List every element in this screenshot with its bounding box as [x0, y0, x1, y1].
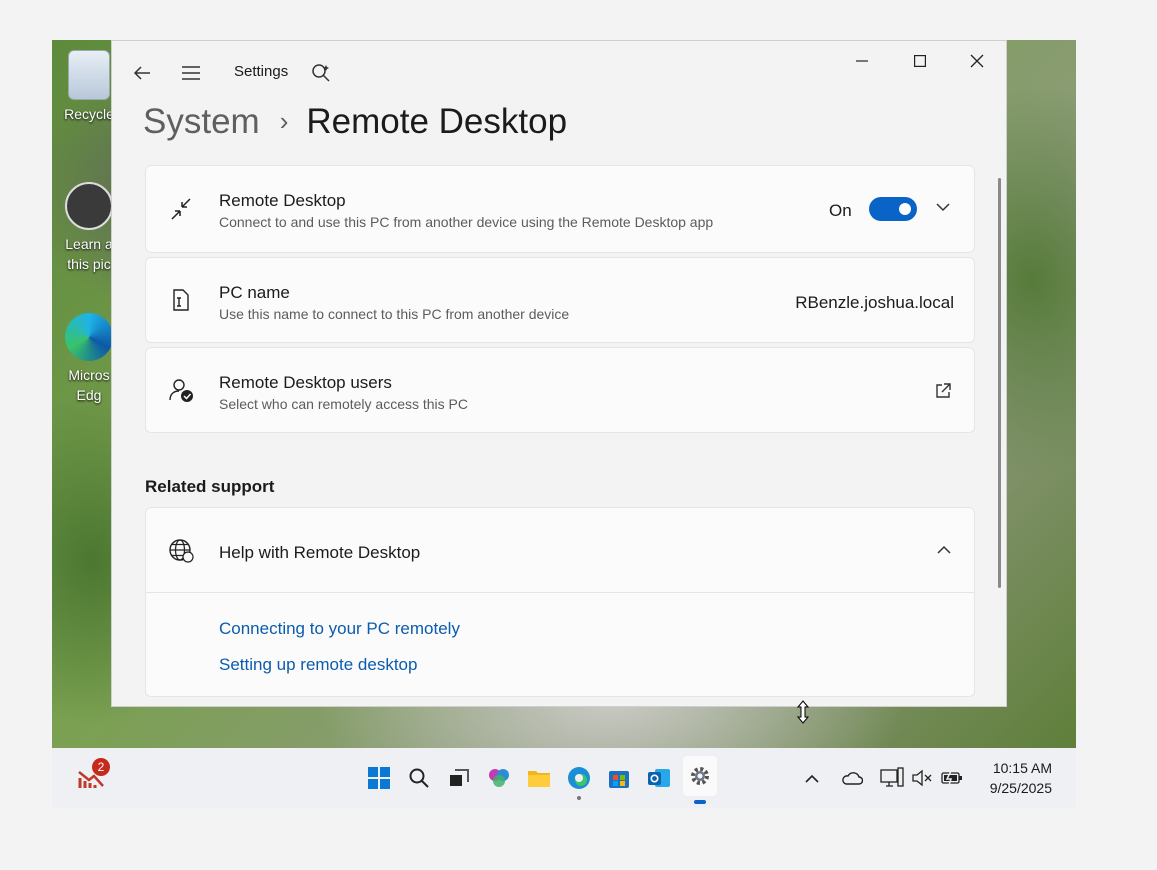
- network-icon: [880, 767, 904, 787]
- pc-name-value: RBenzle.joshua.local: [795, 293, 954, 312]
- chevron-down-icon[interactable]: [936, 203, 950, 212]
- back-button[interactable]: [130, 61, 154, 85]
- chevron-up-icon: [805, 774, 819, 783]
- link-connecting-remotely[interactable]: Connecting to your PC remotely: [219, 619, 460, 639]
- clock-time: 10:15 AM: [992, 760, 1052, 776]
- close-icon: [970, 54, 984, 68]
- help-header[interactable]: Help with Remote Desktop: [146, 508, 974, 593]
- globe-help-icon: [169, 539, 194, 563]
- show-hidden-icons-button[interactable]: [796, 762, 828, 794]
- stock-widget-button[interactable]: 2: [76, 758, 110, 794]
- navigation-menu-button[interactable]: [179, 61, 203, 85]
- remote-desktop-users-description: Select who can remotely access this PC: [219, 396, 468, 412]
- speaker-muted-icon: [912, 769, 932, 787]
- volume-button[interactable]: [906, 762, 938, 794]
- recycle-bin-icon: [68, 50, 110, 100]
- copilot-search-icon: [312, 64, 330, 82]
- help-title: Help with Remote Desktop: [219, 543, 421, 562]
- toggle-state-label: On: [829, 201, 852, 220]
- pc-name-card: PC name Use this name to connect to this…: [145, 257, 975, 343]
- system-clock[interactable]: 10:15 AM 9/25/2025: [990, 758, 1052, 798]
- pc-name-title: PC name: [219, 283, 290, 302]
- maximize-button[interactable]: [900, 49, 940, 73]
- remote-desktop-users-title: Remote Desktop users: [219, 373, 392, 392]
- remote-desktop-title: Remote Desktop: [219, 191, 346, 210]
- task-view-icon: [450, 769, 469, 786]
- m365-copilot-icon: [489, 769, 509, 787]
- chevron-up-icon[interactable]: [937, 545, 951, 554]
- maximize-icon: [914, 55, 926, 67]
- start-button[interactable]: [363, 762, 395, 794]
- store-icon: [609, 771, 629, 788]
- breadcrumb-separator: ›: [279, 106, 289, 136]
- task-view-button[interactable]: [443, 762, 475, 794]
- microsoft-store-button[interactable]: [603, 762, 635, 794]
- search-button[interactable]: [309, 61, 333, 85]
- pc-name-description: Use this name to connect to this PC from…: [219, 306, 570, 322]
- settings-taskbar-button[interactable]: [683, 756, 717, 804]
- user-check-icon: [169, 379, 193, 402]
- remote-desktop-users-card[interactable]: Remote Desktop users Select who can remo…: [145, 347, 975, 433]
- remote-desktop-description: Connect to and use this PC from another …: [219, 214, 714, 230]
- outlook-icon: [648, 769, 670, 787]
- taskbar: 2 10:15 AM 9/25/2025: [52, 748, 1076, 808]
- edge-icon: [65, 313, 113, 361]
- pc-name-icon: [173, 289, 189, 311]
- notification-badge: 2: [92, 758, 110, 776]
- scrollbar[interactable]: [998, 178, 1001, 588]
- minimize-button[interactable]: [842, 49, 882, 73]
- link-setting-up-remote-desktop[interactable]: Setting up remote desktop: [219, 655, 417, 675]
- clock-date: 9/25/2025: [989, 780, 1052, 796]
- minimize-icon: [856, 60, 868, 62]
- onedrive-button[interactable]: [836, 762, 868, 794]
- network-button[interactable]: [876, 762, 908, 794]
- back-arrow-icon: [133, 66, 150, 80]
- edge-icon: [568, 767, 590, 789]
- breadcrumb-system[interactable]: System: [143, 102, 260, 141]
- folder-icon: [528, 771, 550, 787]
- open-external-icon: [936, 383, 951, 398]
- search-icon: [409, 768, 429, 788]
- edge-taskbar-button[interactable]: [563, 762, 595, 800]
- app-title: Settings: [234, 63, 289, 80]
- resize-cursor-icon: [797, 700, 809, 724]
- taskbar-search-button[interactable]: [403, 762, 435, 794]
- gear-icon: [691, 767, 709, 785]
- outlook-button[interactable]: [643, 762, 675, 794]
- help-remote-desktop-card: Help with Remote Desktop Connecting to y…: [145, 507, 975, 697]
- active-app-indicator: [694, 800, 706, 804]
- remote-desktop-card[interactable]: Remote Desktop Connect to and use this P…: [145, 165, 975, 253]
- camera-icon: [65, 182, 113, 230]
- file-explorer-button[interactable]: [523, 762, 555, 794]
- remote-desktop-toggle[interactable]: [869, 197, 917, 221]
- microsoft-365-button[interactable]: [483, 762, 515, 794]
- cloud-icon: [842, 772, 863, 785]
- remote-desktop-icon: [171, 198, 191, 220]
- title-bar: Settings: [112, 41, 1006, 101]
- battery-charging-icon: [941, 770, 962, 786]
- running-indicator: [577, 796, 581, 800]
- hamburger-icon: [182, 66, 200, 80]
- related-support-heading: Related support: [145, 477, 275, 496]
- settings-window: Settings System › Remote Desktop Remote De…: [111, 40, 1007, 707]
- battery-button[interactable]: [936, 762, 968, 794]
- page-title: Remote Desktop: [306, 102, 568, 141]
- close-button[interactable]: [957, 49, 997, 73]
- windows-logo-icon: [368, 767, 390, 789]
- breadcrumb: System › Remote Desktop: [143, 101, 567, 145]
